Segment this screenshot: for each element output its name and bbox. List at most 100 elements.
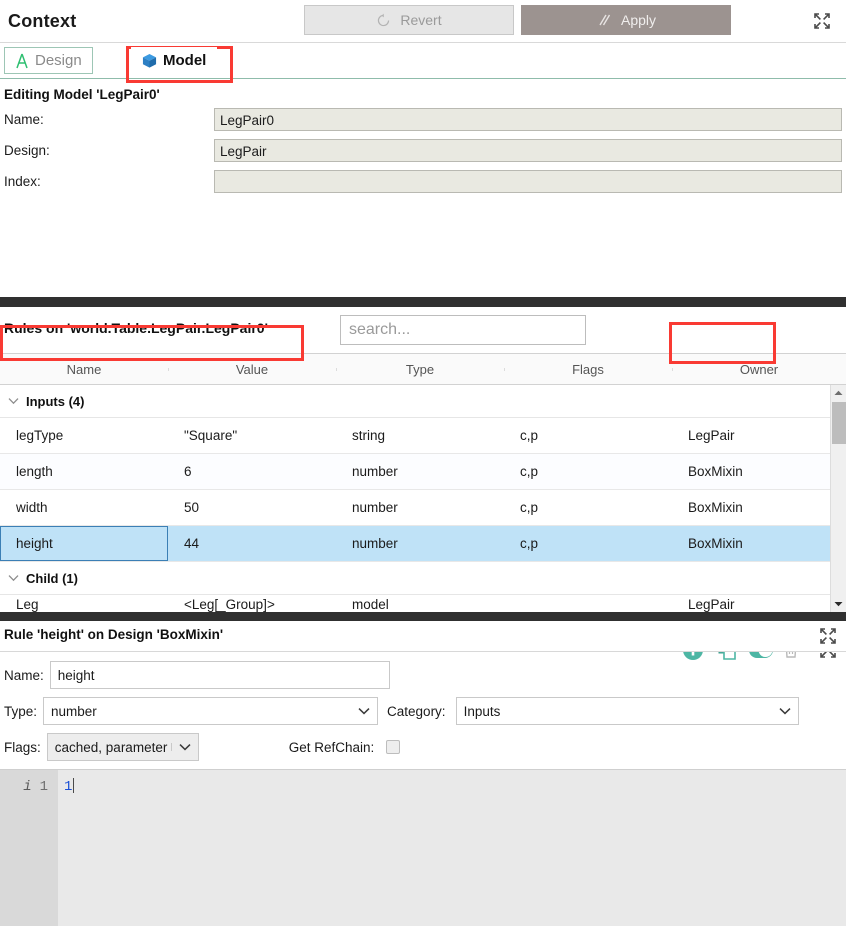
gutter-line-number: 1 [39,779,48,795]
name-label: Name: [4,111,44,127]
apply-label: Apply [620,12,657,28]
expand-rule-detail-button[interactable] [818,626,838,646]
cell-owner: BoxMixin [688,500,743,515]
search-input[interactable]: search... [340,315,586,345]
column-header-type[interactable]: Type [336,362,504,377]
scrollbar-thumb[interactable] [832,402,846,444]
design-input[interactable]: LegPair [214,138,842,162]
table-row[interactable]: width 50 number c,p BoxMixin [0,490,830,526]
blue-cube-icon [142,53,157,69]
rule-category-value: Inputs [463,703,501,719]
column-header-flags[interactable]: Flags [504,362,672,377]
tab-design[interactable]: Design [4,47,93,74]
revert-button[interactable]: Revert [304,5,514,35]
rule-flags-row: Flags: cached, parameter Get RefChain: [0,733,846,761]
scroll-down-arrow-icon[interactable] [831,596,846,612]
rule-type-label: Type: [4,703,38,719]
gutter-line-1: i1 [0,778,58,797]
rule-detail-body: Name: height Type: number Category: Inpu… [0,652,846,769]
code-line-1: 1 [64,779,73,795]
cell-owner: LegPair [688,428,735,443]
double-slash-icon [596,13,612,27]
rule-flags-value: cached, parameter [54,739,168,755]
rule-type-select[interactable]: number [43,697,379,725]
cell-owner: BoxMixin [688,536,743,551]
cell-value: 50 [184,500,200,515]
table-group-child[interactable]: Child (1) [0,562,830,595]
cell-name[interactable]: height [0,526,168,561]
refchain-label: Get RefChain: [288,739,375,755]
editing-model-section: Editing Model 'LegPair0' Name: LegPair0 … [0,79,846,297]
page-title: Context [8,10,77,31]
chevron-down-icon[interactable] [0,574,26,582]
editing-model-title: Editing Model 'LegPair0' [4,87,160,102]
column-header-name[interactable]: Name [0,362,168,377]
rules-table: Name Value Type Flags Owner Inputs (4) l… [0,353,846,612]
context-panel: Context Revert Apply Design Model Editin… [0,0,846,926]
rule-flags-select[interactable]: cached, parameter [46,733,199,761]
cell-type: number [352,536,398,551]
cell-name: width [16,500,48,515]
revert-label: Revert [400,12,442,28]
panel-separator-bottom [0,612,846,621]
group-label-inputs: Inputs (4) [26,393,85,409]
field-row-index: Index: [0,169,846,193]
cell-owner: LegPair [688,597,735,612]
cell-value: 44 [184,536,200,551]
cell-type: number [352,500,398,515]
rule-detail-header: Rule 'height' on Design 'BoxMixin' [0,621,846,652]
name-input[interactable]: LegPair0 [214,107,842,131]
rule-detail-title: Rule 'height' on Design 'BoxMixin' [4,627,224,642]
table-body: Inputs (4) legType "Square" string c,p L… [0,385,830,612]
table-row[interactable]: length 6 number c,p BoxMixin [0,454,830,490]
context-header: Context Revert Apply [0,0,846,42]
table-row[interactable]: legType "Square" string c,p LegPair [0,418,830,454]
panel-separator-top [0,297,846,307]
rule-category-select[interactable]: Inputs [455,697,799,725]
rule-name-input[interactable]: height [49,661,390,689]
column-header-value[interactable]: Value [168,362,336,377]
expand-context-button[interactable] [812,11,832,31]
index-label: Index: [4,173,41,189]
rule-code-editor[interactable]: i1 1 [0,769,846,926]
rule-category-label: Category: [387,703,446,719]
tab-model[interactable]: Model [131,47,218,74]
scroll-up-arrow-icon[interactable] [831,385,846,401]
cell-flags: c,p [520,464,539,479]
table-scrollbar[interactable] [830,385,846,612]
editor-gutter: i1 [0,770,58,926]
apply-button[interactable]: Apply [521,5,731,35]
table-row-selected[interactable]: height 44 number c,p BoxMixin [0,526,830,562]
compass-a-icon [15,53,29,69]
field-row-design: Design: LegPair [0,138,846,162]
chevron-down-icon[interactable] [351,707,377,715]
rule-flags-label: Flags: [4,739,41,755]
cell-value: <Leg[_Group]> [184,597,275,612]
tab-design-label: Design [35,52,82,69]
cell-value: 6 [184,464,192,479]
expand-arrows-icon [814,13,830,29]
field-row-name: Name: LegPair0 [0,107,846,131]
cell-flags: c,p [520,536,539,551]
rule-name-label: Name: [4,667,44,683]
chevron-down-icon[interactable] [170,743,198,751]
table-group-inputs[interactable]: Inputs (4) [0,385,830,418]
cell-value: "Square" [184,428,238,443]
cell-type: number [352,464,398,479]
cell-flags: c,p [520,428,539,443]
chevron-down-icon[interactable] [772,707,798,715]
highlight-rules-tools [669,322,776,364]
highlight-rules-title [0,325,304,361]
chevron-down-icon[interactable] [0,397,26,405]
table-row[interactable]: Leg <Leg[_Group]> model LegPair [0,595,830,612]
index-input[interactable] [214,169,842,193]
editor-content[interactable]: 1 [58,770,846,926]
editing-spacer [0,201,846,297]
cell-name: length [16,464,53,479]
refchain-checkbox[interactable] [386,740,401,754]
tab-model-label: Model [163,52,207,69]
text-cursor [73,778,75,793]
gutter-info-marker: i [23,779,32,795]
cell-type: string [352,428,386,443]
revert-circular-arrow-icon [376,13,391,28]
